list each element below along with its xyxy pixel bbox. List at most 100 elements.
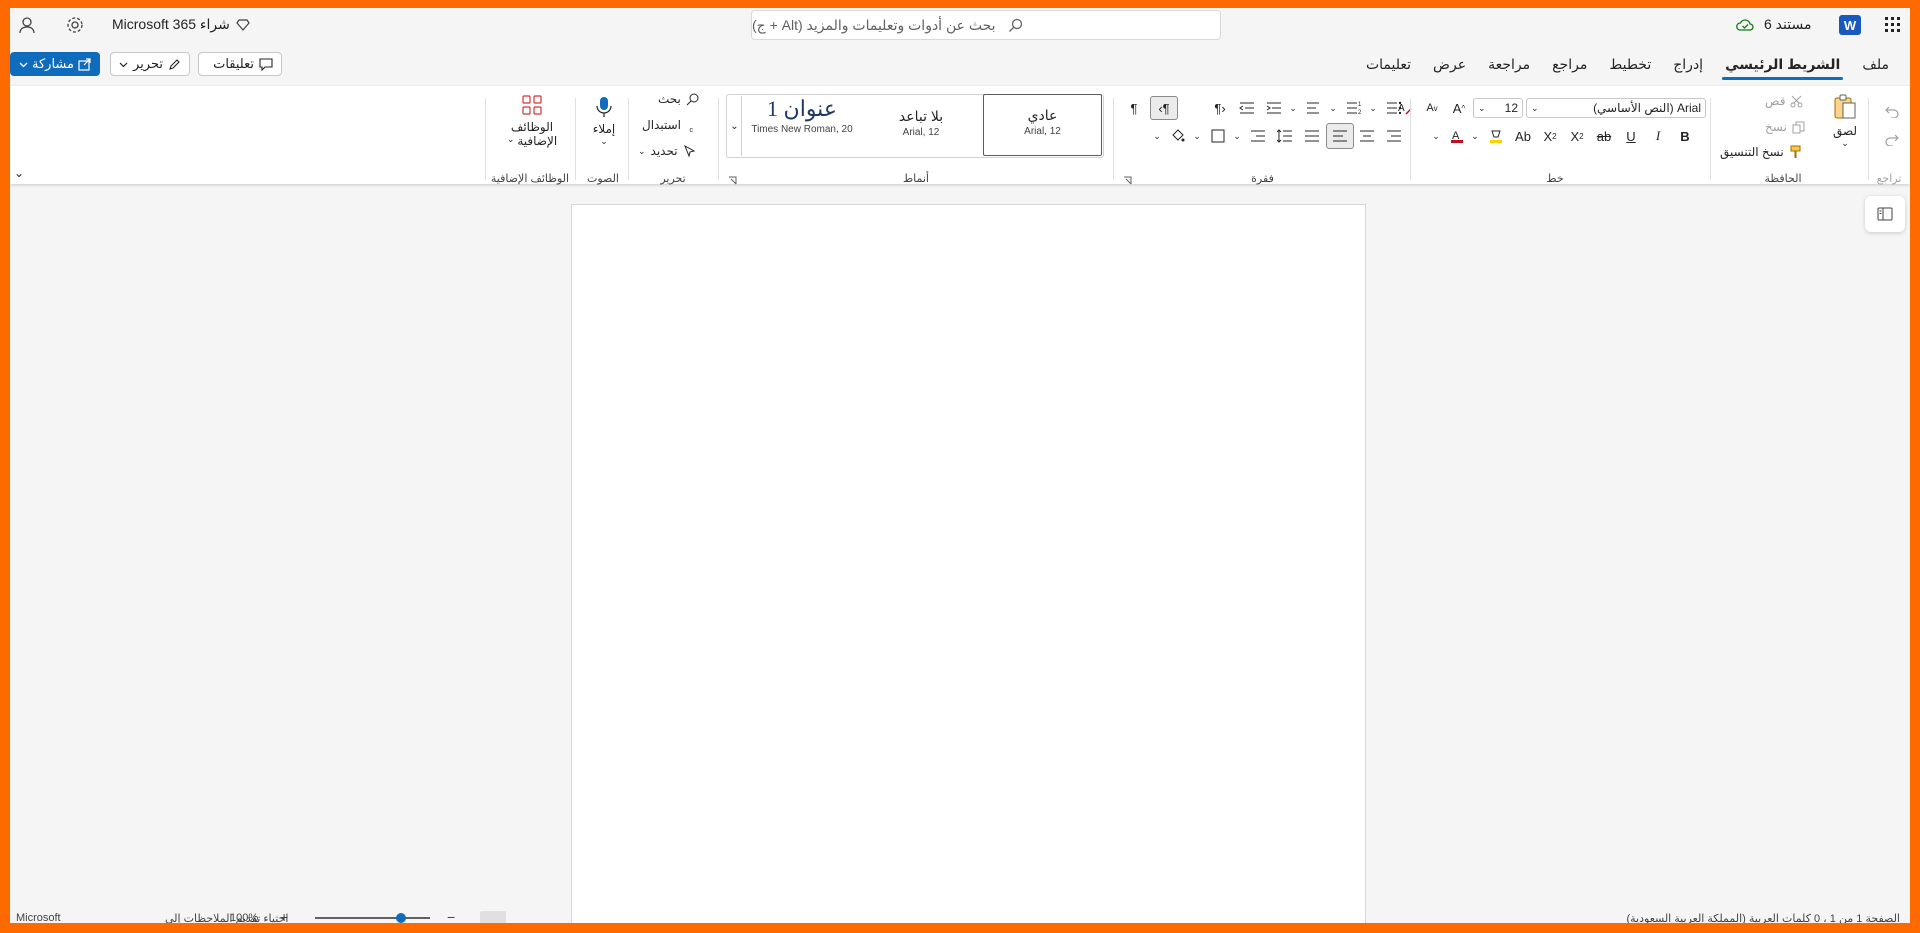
find-button[interactable]: بحث: [658, 92, 699, 106]
dictate-button[interactable]: إملاء ⌄: [584, 96, 624, 147]
document-page[interactable]: [571, 204, 1366, 923]
styles-group-label: أنماط: [902, 173, 929, 185]
paste-button[interactable]: لصق ⌄: [1828, 94, 1862, 149]
gear-icon[interactable]: [62, 12, 88, 38]
tab-references[interactable]: مراجع: [1541, 53, 1598, 75]
shrink-font-icon[interactable]: Av: [1420, 96, 1444, 120]
decrease-indent-icon[interactable]: [1262, 96, 1286, 120]
paragraph-group-label: فقرة: [1251, 173, 1274, 185]
font-name-dropdown[interactable]: Arial (النص الأساسي) ⌄: [1526, 98, 1706, 118]
ribbon-collapse-chevron-icon[interactable]: ⌄: [14, 166, 24, 180]
paragraph-spacing-icon[interactable]: [1246, 124, 1270, 148]
editing-group-label: تحرير: [660, 173, 686, 185]
redo-icon[interactable]: [1880, 128, 1904, 152]
chevron-down-icon[interactable]: ⌄: [1286, 96, 1300, 120]
underline-icon[interactable]: U: [1619, 124, 1643, 148]
svg-text:1: 1: [1358, 102, 1362, 108]
bullets-icon[interactable]: [1382, 96, 1406, 120]
paste-label: لصق: [1832, 124, 1858, 138]
comments-label: تعليقات: [213, 56, 254, 71]
tab-layout[interactable]: تخطيط: [1598, 53, 1662, 75]
chevron-down-icon[interactable]: ⌄: [1150, 124, 1164, 148]
chevron-down-icon[interactable]: ⌄: [1468, 124, 1482, 148]
zoom-slider-thumb[interactable]: [396, 913, 406, 923]
style-no-spacing[interactable]: بلا تباعد Arial, 12: [862, 96, 980, 156]
edit-mode-button[interactable]: تحرير: [110, 52, 190, 76]
italic-icon[interactable]: I: [1646, 124, 1670, 148]
undo-icon[interactable]: [1880, 100, 1904, 124]
zoom-percentage[interactable]: 100%: [230, 912, 258, 923]
cloud-saved-icon[interactable]: [1736, 18, 1754, 32]
share-icon: [78, 57, 91, 71]
styles-dialog-launcher-icon[interactable]: [728, 176, 737, 185]
change-case-icon[interactable]: Ab: [1511, 124, 1535, 148]
tab-help[interactable]: تعليمات: [1355, 53, 1422, 75]
superscript-icon[interactable]: X2: [1538, 124, 1562, 148]
comments-button[interactable]: تعليقات: [198, 52, 282, 76]
tab-view[interactable]: عرض: [1422, 53, 1477, 75]
paragraph-dialog-launcher-icon[interactable]: [1123, 176, 1132, 185]
addins-button[interactable]: الوظائف الإضافية ⌄: [494, 94, 570, 148]
justify-icon[interactable]: [1300, 124, 1324, 148]
tab-home[interactable]: الشريط الرئيسي: [1714, 53, 1851, 80]
share-button[interactable]: مشاركة: [10, 52, 100, 76]
rtl-direction-icon[interactable]: ‹¶: [1150, 96, 1178, 120]
font-size-dropdown[interactable]: 12 ⌄: [1473, 98, 1523, 118]
waffle-icon[interactable]: [1882, 14, 1904, 36]
style-heading-1[interactable]: عنوان 1 Times New Roman, 20: [743, 92, 861, 152]
svg-text:2: 2: [1358, 110, 1362, 115]
ribbon: تراجع لصق ⌄ قص نسخ نسخ التنسيق الحافظة A…: [10, 86, 1910, 185]
zoom-out-icon[interactable]: −: [447, 909, 455, 923]
chevron-down-icon[interactable]: ⌄: [1326, 96, 1340, 120]
chevron-down-icon[interactable]: ⌄: [1230, 124, 1244, 148]
person-icon[interactable]: [14, 12, 40, 38]
align-center-icon[interactable]: [1355, 124, 1379, 148]
font-size-value: 12: [1504, 101, 1518, 115]
replace-button[interactable]: abc استبدال: [642, 118, 700, 132]
print-layout-view-icon[interactable]: [480, 911, 506, 923]
zoom-in-icon[interactable]: +: [280, 909, 288, 923]
bold-icon[interactable]: B: [1673, 124, 1697, 148]
side-pane-button[interactable]: [1865, 196, 1905, 232]
subscript-icon[interactable]: X2: [1565, 124, 1589, 148]
tab-insert[interactable]: إدراج: [1662, 53, 1714, 75]
chevron-down-icon[interactable]: ⌄: [1190, 124, 1204, 148]
chevron-down-icon: ⌄: [506, 134, 515, 144]
document-title[interactable]: مستند 6: [1764, 16, 1811, 33]
borders-icon[interactable]: [1206, 124, 1230, 148]
select-button[interactable]: تحديد ⌄: [638, 144, 696, 158]
align-left-icon[interactable]: [1326, 123, 1354, 149]
increase-indent-icon[interactable]: [1235, 96, 1259, 120]
status-bar: Microsoft احتياء تقديم الملاحظات إلى 100…: [10, 909, 1910, 923]
find-label: بحث: [658, 92, 681, 106]
chevron-down-icon: ⌄: [600, 136, 608, 146]
chevron-down-icon[interactable]: ⌄: [1429, 124, 1443, 148]
numbering-icon[interactable]: 12: [1342, 96, 1366, 120]
tab-review[interactable]: مراجعة: [1477, 53, 1541, 75]
align-right-icon[interactable]: [1382, 124, 1406, 148]
strikethrough-icon[interactable]: ab: [1592, 124, 1616, 148]
highlight-icon[interactable]: [1484, 124, 1508, 148]
shading-icon[interactable]: [1166, 124, 1190, 148]
tab-file[interactable]: ملف: [1851, 53, 1900, 75]
multilevel-list-icon[interactable]: [1302, 96, 1326, 120]
search-box[interactable]: بحث عن أدوات وتعليمات والمزيد (Alt + ج): [751, 10, 1221, 40]
line-spacing-icon[interactable]: [1273, 124, 1297, 148]
copy-button[interactable]: نسخ: [1765, 120, 1805, 134]
addins-label-line2: الإضافية: [517, 134, 558, 148]
feedback-text[interactable]: احتياء تقديم الملاحظات إلى: [165, 912, 288, 923]
zoom-slider[interactable]: [315, 917, 430, 919]
cut-button[interactable]: قص: [1765, 94, 1803, 108]
ltr-direction-icon[interactable]: ¶›: [1208, 96, 1232, 120]
chevron-down-icon[interactable]: ⌄: [1366, 96, 1380, 120]
format-painter-button[interactable]: نسخ التنسيق: [1720, 145, 1802, 159]
show-formatting-marks-icon[interactable]: ¶: [1122, 96, 1146, 120]
grow-font-icon[interactable]: A ^: [1447, 96, 1471, 120]
buy-microsoft-365-link[interactable]: شراء Microsoft 365: [112, 16, 250, 33]
chevron-down-icon: ⌄: [1531, 102, 1539, 113]
select-label: تحديد: [650, 144, 678, 158]
styles-more-chevron-icon[interactable]: ⌄: [728, 96, 742, 156]
style-normal[interactable]: عادي Arial, 12: [983, 94, 1102, 156]
font-color-icon[interactable]: A: [1445, 124, 1469, 148]
share-label: مشاركة: [32, 56, 74, 71]
